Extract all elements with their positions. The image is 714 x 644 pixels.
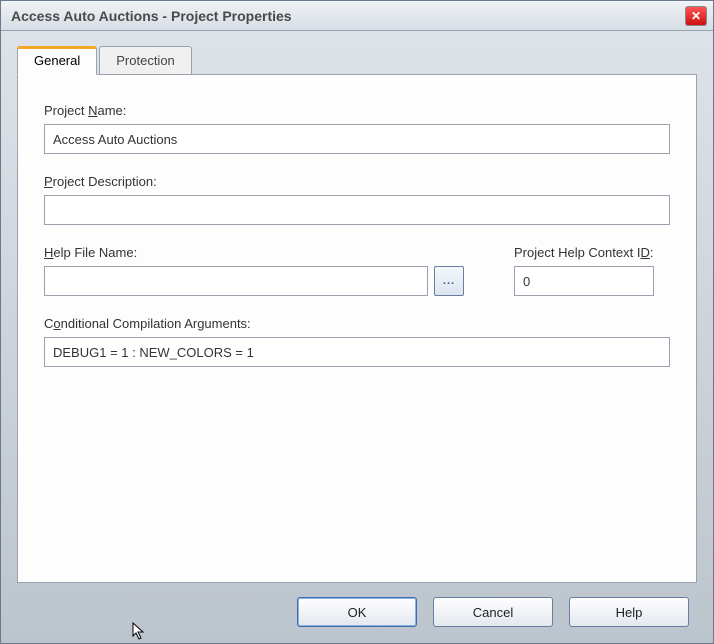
project-name-label: Project Name:	[44, 103, 670, 118]
browse-button[interactable]: ...	[434, 266, 464, 296]
project-description-label: Project Description:	[44, 174, 670, 189]
cancel-button[interactable]: Cancel	[433, 597, 553, 627]
window-title: Access Auto Auctions - Project Propertie…	[11, 8, 292, 24]
tab-strip: General Protection	[17, 45, 697, 74]
project-name-field: Project Name:	[44, 103, 670, 154]
client-area: General Protection Project Name: Project…	[1, 31, 713, 643]
cond-comp-label: Conditional Compilation Arguments:	[44, 316, 670, 331]
help-file-field: Help File Name: ...	[44, 245, 464, 296]
tab-general[interactable]: General	[17, 46, 97, 75]
project-name-input[interactable]	[44, 124, 670, 154]
context-id-field: Project Help Context ID:	[514, 245, 654, 296]
close-button[interactable]: ✕	[685, 6, 707, 26]
close-icon: ✕	[691, 9, 701, 23]
titlebar: Access Auto Auctions - Project Propertie…	[1, 1, 713, 31]
ok-button[interactable]: OK	[297, 597, 417, 627]
project-description-field: Project Description:	[44, 174, 670, 225]
help-row: Help File Name: ... Project Help Context…	[44, 245, 670, 296]
tab-panel-general: Project Name: Project Description: Help …	[17, 74, 697, 583]
tab-label: General	[34, 53, 80, 68]
tab-protection[interactable]: Protection	[99, 46, 192, 75]
help-file-input[interactable]	[44, 266, 428, 296]
context-id-input[interactable]	[514, 266, 654, 296]
button-bar: OK Cancel Help	[17, 583, 697, 631]
cond-comp-field: Conditional Compilation Arguments:	[44, 316, 670, 367]
project-description-input[interactable]	[44, 195, 670, 225]
context-id-label: Project Help Context ID:	[514, 245, 654, 260]
help-button[interactable]: Help	[569, 597, 689, 627]
cond-comp-input[interactable]	[44, 337, 670, 367]
help-file-label: Help File Name:	[44, 245, 464, 260]
dialog-window: Access Auto Auctions - Project Propertie…	[0, 0, 714, 644]
tab-label: Protection	[116, 53, 175, 68]
ellipsis-icon: ...	[443, 275, 455, 287]
